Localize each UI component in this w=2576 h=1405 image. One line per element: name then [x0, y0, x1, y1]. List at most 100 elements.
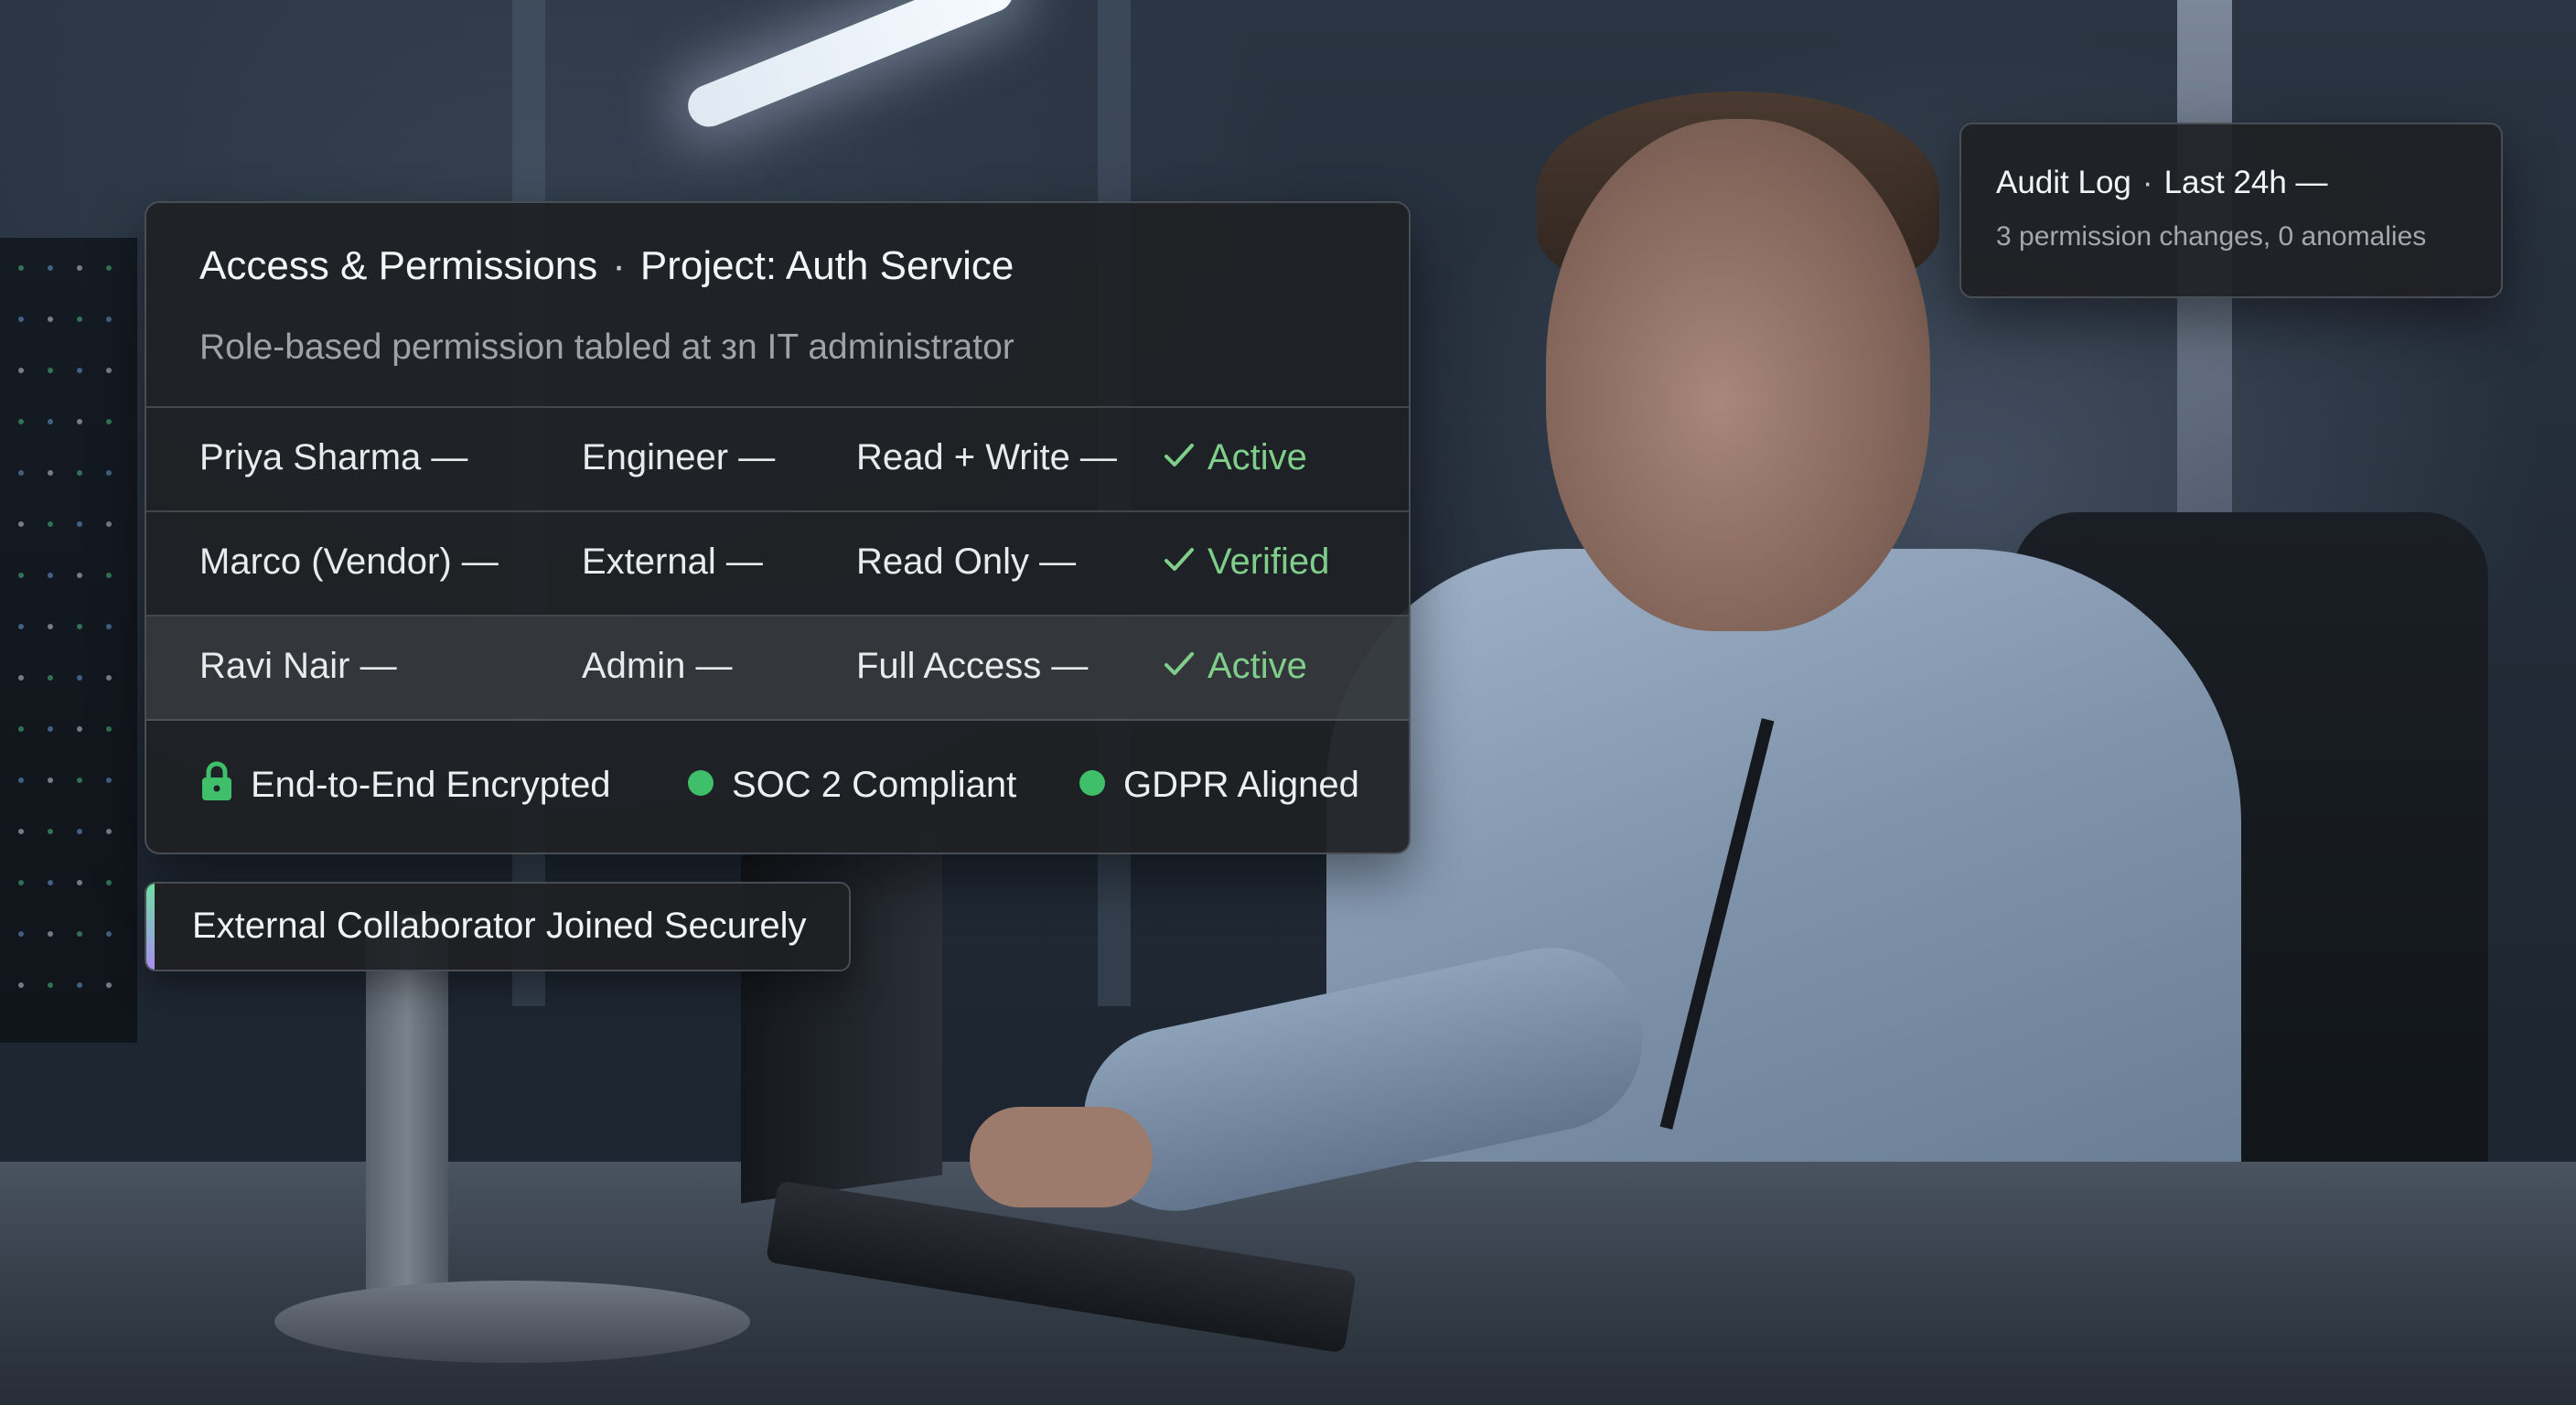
table-row[interactable]: Priya Sharma — Engineer — Read + Write —…: [146, 406, 1409, 512]
rack-led: [18, 521, 24, 527]
user-role: Engineer —: [582, 437, 776, 477]
rack-led: [48, 880, 53, 885]
audit-separator: ·: [2141, 165, 2153, 200]
person-hand: [970, 1107, 1153, 1207]
rack-led: [106, 726, 112, 732]
check-icon: [1165, 652, 1194, 676]
rack-led: [48, 982, 53, 988]
rack-led: [77, 829, 82, 834]
project-name: Project: Auth Service: [639, 243, 1014, 288]
toast-message: External Collaborator Joined Securely: [192, 906, 807, 946]
rack-led: [77, 982, 82, 988]
audit-period: Last 24h —: [2163, 165, 2328, 200]
rack-led: [18, 419, 24, 424]
collaborator-joined-toast[interactable]: External Collaborator Joined Securely: [145, 882, 851, 971]
status-badge: Active: [1164, 646, 1307, 687]
rack-led: [18, 368, 24, 373]
title-separator: ·: [612, 243, 626, 288]
rack-led: [48, 368, 53, 373]
soc2-label: SOC 2 Compliant: [732, 765, 1017, 805]
rack-led: [77, 675, 82, 681]
rack-led: [106, 419, 112, 424]
rack-led: [77, 470, 82, 476]
rack-led: [18, 624, 24, 629]
rack-led: [18, 931, 24, 937]
person-face: [1546, 119, 1930, 631]
rack-led: [48, 778, 53, 783]
rack-led: [18, 778, 24, 783]
toast-accent-bar: [146, 884, 155, 970]
rack-led: [106, 470, 112, 476]
rack-led: [48, 316, 53, 322]
rack-led: [18, 265, 24, 271]
rack-led: [77, 521, 82, 527]
rack-led: [77, 931, 82, 937]
rack-led: [48, 726, 53, 732]
rack-led: [77, 419, 82, 424]
audit-log-card[interactable]: Audit Log · Last 24h — 3 permission change…: [1959, 123, 2503, 298]
rack-led: [18, 726, 24, 732]
user-name: Marco (Vendor) —: [199, 542, 499, 582]
user-role: Admin —: [582, 646, 733, 686]
rack-led: [77, 368, 82, 373]
encryption-label: End-to-End Encrypted: [251, 765, 611, 805]
rack-led: [48, 829, 53, 834]
user-name: Priya Sharma —: [199, 437, 468, 477]
rack-led: [77, 573, 82, 578]
user-access: Read Only —: [856, 542, 1077, 582]
rack-led: [77, 316, 82, 322]
rack-led: [48, 573, 53, 578]
monitor-foot: [274, 1281, 750, 1363]
compliance-footer: End-to-End Encrypted SOC 2 Compliant GDP…: [146, 726, 1409, 853]
table-row[interactable]: Ravi Nair — Admin — Full Access — Active: [146, 615, 1409, 721]
server-rack: [0, 238, 137, 1043]
audit-title-text: Audit Log: [1996, 165, 2131, 200]
rack-led: [48, 265, 53, 271]
status-dot-icon: [1079, 770, 1105, 797]
rack-led: [106, 675, 112, 681]
status-text: Verified: [1208, 542, 1330, 582]
rack-led: [48, 470, 53, 476]
audit-summary: 3 permission changes, 0 anomalies: [1996, 221, 2427, 252]
status-badge: Verified: [1164, 542, 1329, 583]
rack-led: [77, 265, 82, 271]
rack-led: [106, 265, 112, 271]
rack-led: [106, 931, 112, 937]
card-subtitle: Role-based permission tabled at зn IT ad…: [199, 327, 1014, 367]
rack-led: [48, 521, 53, 527]
gdpr-label: GDPR Aligned: [1123, 765, 1359, 805]
user-role: External —: [582, 542, 763, 582]
status-dot-icon: [688, 770, 714, 797]
rack-led: [106, 624, 112, 629]
rack-led: [18, 316, 24, 322]
status-text: Active: [1208, 646, 1307, 686]
rack-led: [18, 675, 24, 681]
check-icon: [1165, 444, 1194, 467]
rack-led: [48, 419, 53, 424]
table-row[interactable]: Marco (Vendor) — External — Read Only — …: [146, 510, 1409, 617]
rack-led: [106, 778, 112, 783]
rack-led: [18, 573, 24, 578]
rack-led: [18, 470, 24, 476]
rack-led: [48, 675, 53, 681]
status-text: Active: [1208, 437, 1307, 477]
card-title: Access & Permissions · Project: Auth Servi…: [199, 243, 1014, 289]
gdpr-badge: GDPR Aligned: [1079, 765, 1359, 806]
rack-led: [18, 829, 24, 834]
title-text: Access & Permissions: [199, 243, 598, 288]
rack-led: [77, 624, 82, 629]
rack-led: [48, 624, 53, 629]
audit-title: Audit Log · Last 24h —: [1996, 165, 2328, 201]
rack-led: [77, 778, 82, 783]
rack-led: [106, 521, 112, 527]
user-access: Full Access —: [856, 646, 1089, 686]
lock-icon: [202, 761, 231, 801]
rack-led: [18, 982, 24, 988]
soc2-badge: SOC 2 Compliant: [688, 765, 1016, 806]
monitor-stand: [366, 915, 448, 1335]
status-badge: Active: [1164, 437, 1307, 478]
rack-led: [106, 573, 112, 578]
rack-led: [106, 316, 112, 322]
card-header: Access & Permissions · Project: Auth Servi…: [146, 203, 1409, 408]
user-name: Ravi Nair —: [199, 646, 397, 686]
